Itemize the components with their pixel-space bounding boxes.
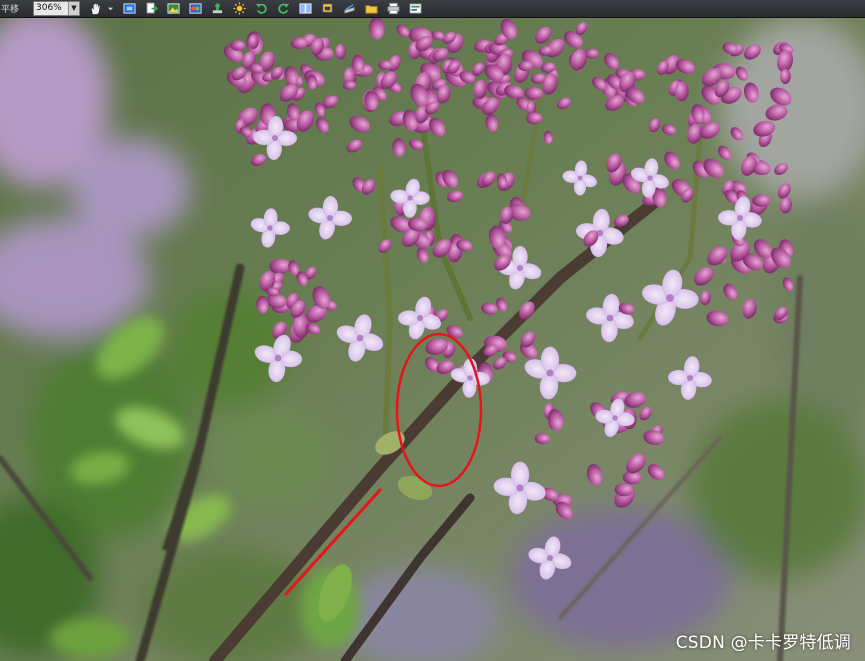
pan-mode-label: 平移	[1, 5, 20, 15]
zoom-select[interactable]: 306% ▼	[33, 1, 80, 16]
hand-pan-icon[interactable]	[88, 2, 102, 16]
scanner-icon[interactable]	[342, 2, 356, 16]
zoom-value[interactable]: 306%	[34, 2, 68, 15]
export-page-icon[interactable]	[144, 2, 158, 16]
stamp-icon[interactable]	[210, 2, 224, 16]
chevron-down-icon[interactable]: ▼	[68, 2, 79, 15]
rotate-right-icon[interactable]	[276, 2, 290, 16]
viewer-toolbar: 平移 306% ▼	[0, 0, 865, 18]
crop-icon[interactable]	[320, 2, 334, 16]
rotate-left-icon[interactable]	[254, 2, 268, 16]
csdn-watermark: CSDN @卡卡罗特低调	[675, 633, 851, 653]
color-adjust-icon[interactable]	[188, 2, 202, 16]
fit-window-icon[interactable]	[122, 2, 136, 16]
image-view-icon[interactable]	[166, 2, 180, 16]
print-icon[interactable]	[386, 2, 400, 16]
lilac-branch-photo: CSDN @卡卡罗特低调	[0, 18, 865, 661]
settings-panel-icon[interactable]	[408, 2, 422, 16]
chevron-down-icon[interactable]	[106, 2, 114, 16]
folder-icon[interactable]	[364, 2, 378, 16]
two-page-icon[interactable]	[298, 2, 312, 16]
brightness-icon[interactable]	[232, 2, 246, 16]
